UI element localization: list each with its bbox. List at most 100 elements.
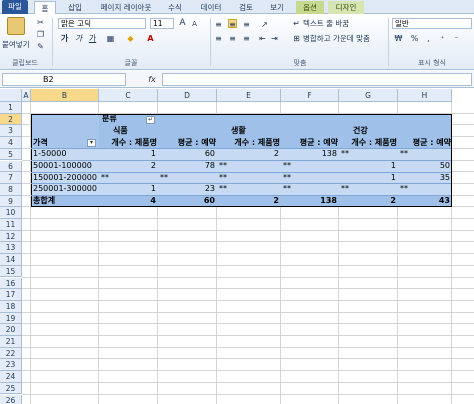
underline-icon[interactable]: 가: [88, 34, 97, 43]
column-header-h[interactable]: H: [398, 89, 452, 102]
copy-icon[interactable]: ❐: [36, 30, 45, 39]
column-header-d[interactable]: D: [158, 89, 217, 102]
align-left-icon[interactable]: ≡: [214, 34, 223, 43]
row-header-13[interactable]: 13: [0, 242, 22, 255]
row-header-2[interactable]: 2: [0, 113, 22, 126]
column-header-f[interactable]: F: [281, 89, 339, 102]
name-box[interactable]: B2: [2, 73, 126, 86]
row-header-11[interactable]: 11: [0, 219, 22, 231]
tab-insert[interactable]: 삽입: [62, 1, 88, 14]
column-header-c[interactable]: C: [99, 89, 158, 102]
worksheet-grid[interactable]: ABCDEFGH 1 2 3 4 5 6 7 8 9 10 11 12 13 14 15 16 17 18 19 20…: [0, 89, 474, 404]
tab-formulas[interactable]: 수식: [162, 1, 188, 14]
column-field-dropdown-icon[interactable]: ↵: [146, 115, 155, 124]
grand-total-cell: 138: [320, 196, 337, 206]
fx-icon[interactable]: fx: [146, 73, 158, 86]
align-top-icon[interactable]: ≡: [214, 20, 223, 29]
comma-style-icon[interactable]: ,: [424, 34, 433, 43]
column-header-a[interactable]: A: [22, 89, 31, 102]
wrap-text-button[interactable]: 텍스트 줄 바꿈: [303, 19, 349, 29]
value-cell: **: [219, 161, 227, 170]
row-header-17[interactable]: 17: [0, 289, 22, 301]
font-name-select[interactable]: 맑은 고딕: [58, 18, 146, 29]
tab-page-layout[interactable]: 페이지 레이아웃: [92, 1, 160, 14]
tab-data[interactable]: 데이터: [194, 1, 228, 14]
gridline-row: [22, 370, 474, 372]
font-color-icon[interactable]: A: [146, 34, 155, 43]
row-header-6[interactable]: 6: [0, 160, 22, 173]
merge-center-icon[interactable]: ⊞: [292, 34, 301, 43]
increase-decimal-icon[interactable]: ⁺: [438, 34, 447, 43]
row-header-7[interactable]: 7: [0, 172, 22, 184]
row-field-label[interactable]: 가격: [33, 137, 48, 149]
align-center-icon[interactable]: ≡: [228, 34, 237, 43]
row-header-24[interactable]: 24: [0, 371, 22, 383]
grand-total-cell: 43: [438, 196, 450, 206]
row-header-16[interactable]: 16: [0, 277, 22, 290]
fill-color-icon[interactable]: ◆: [126, 34, 135, 43]
align-bottom-icon[interactable]: ≡: [242, 20, 251, 29]
font-size-select[interactable]: 11: [150, 18, 174, 29]
shrink-font-icon[interactable]: A: [190, 20, 199, 29]
row-header-25[interactable]: 25: [0, 382, 22, 395]
row-header-21[interactable]: 21: [0, 336, 22, 348]
row-header-12[interactable]: 12: [0, 230, 22, 243]
value-cell: **: [400, 184, 408, 194]
paste-button[interactable]: 붙여넣기: [2, 40, 30, 50]
column-header-e[interactable]: E: [217, 89, 281, 102]
row-header-4[interactable]: 4: [0, 137, 22, 149]
currency-icon[interactable]: ₩: [394, 34, 403, 43]
row-header-22[interactable]: 22: [0, 347, 22, 360]
category-label: 건강: [353, 125, 368, 135]
decrease-indent-icon[interactable]: ⇤: [258, 34, 267, 43]
row-header-15[interactable]: 15: [0, 265, 22, 278]
cut-icon[interactable]: ✂: [36, 18, 45, 27]
orientation-icon[interactable]: ↗: [260, 20, 269, 29]
align-middle-icon[interactable]: ≡: [228, 19, 237, 29]
column-header-b[interactable]: B: [31, 89, 99, 102]
select-all-corner[interactable]: [0, 89, 22, 102]
row-header-5[interactable]: 5: [0, 148, 22, 161]
row-header-18[interactable]: 18: [0, 300, 22, 313]
formula-bar: B2 fx: [0, 71, 474, 88]
row-field-dropdown-icon[interactable]: ▾: [87, 139, 96, 148]
borders-icon[interactable]: ▦: [106, 34, 115, 43]
row-header-1[interactable]: 1: [0, 102, 22, 114]
row-header-19[interactable]: 19: [0, 312, 22, 325]
row-header-8[interactable]: 8: [0, 183, 22, 196]
formula-input[interactable]: [162, 73, 472, 86]
tab-options[interactable]: 옵션: [296, 1, 324, 14]
row-header-20[interactable]: 20: [0, 324, 22, 336]
row-header-3[interactable]: 3: [0, 125, 22, 138]
value-cell: **: [101, 172, 109, 182]
number-format-select[interactable]: 일반: [392, 18, 472, 29]
grow-font-icon[interactable]: A: [178, 19, 187, 28]
italic-icon[interactable]: 가: [74, 34, 83, 43]
increase-indent-icon[interactable]: ⇥: [270, 34, 279, 43]
align-right-icon[interactable]: ≡: [242, 34, 251, 43]
value-cell: 1: [150, 184, 156, 194]
tab-view[interactable]: 보기: [264, 1, 290, 14]
format-painter-icon[interactable]: ✎: [36, 42, 45, 51]
row-header-26[interactable]: 26: [0, 394, 22, 404]
decrease-decimal-icon[interactable]: ⁻: [452, 34, 461, 43]
tab-home[interactable]: 홈: [34, 1, 56, 15]
column-field-label[interactable]: 분류: [102, 113, 117, 125]
row-header-10[interactable]: 10: [0, 207, 22, 219]
row-header-23[interactable]: 23: [0, 359, 22, 372]
tab-design[interactable]: 디자인: [328, 1, 364, 14]
wrap-text-icon[interactable]: ↵: [292, 19, 301, 28]
tab-review[interactable]: 검토: [232, 1, 260, 14]
value-cell: **: [400, 149, 408, 159]
bold-icon[interactable]: 가: [60, 34, 69, 43]
gridline-row: [22, 288, 474, 290]
column-header-g[interactable]: G: [339, 89, 398, 102]
row-header-9[interactable]: 9: [0, 195, 22, 208]
merge-center-button[interactable]: 병합하고 가운데 맞춤: [303, 34, 370, 44]
number-group-label: 표시 형식: [418, 59, 446, 67]
percent-icon[interactable]: %: [410, 34, 419, 43]
tab-file[interactable]: 파일: [2, 0, 28, 14]
gridline-row: [22, 218, 474, 219]
row-header-14[interactable]: 14: [0, 254, 22, 266]
paste-icon[interactable]: [7, 17, 25, 35]
